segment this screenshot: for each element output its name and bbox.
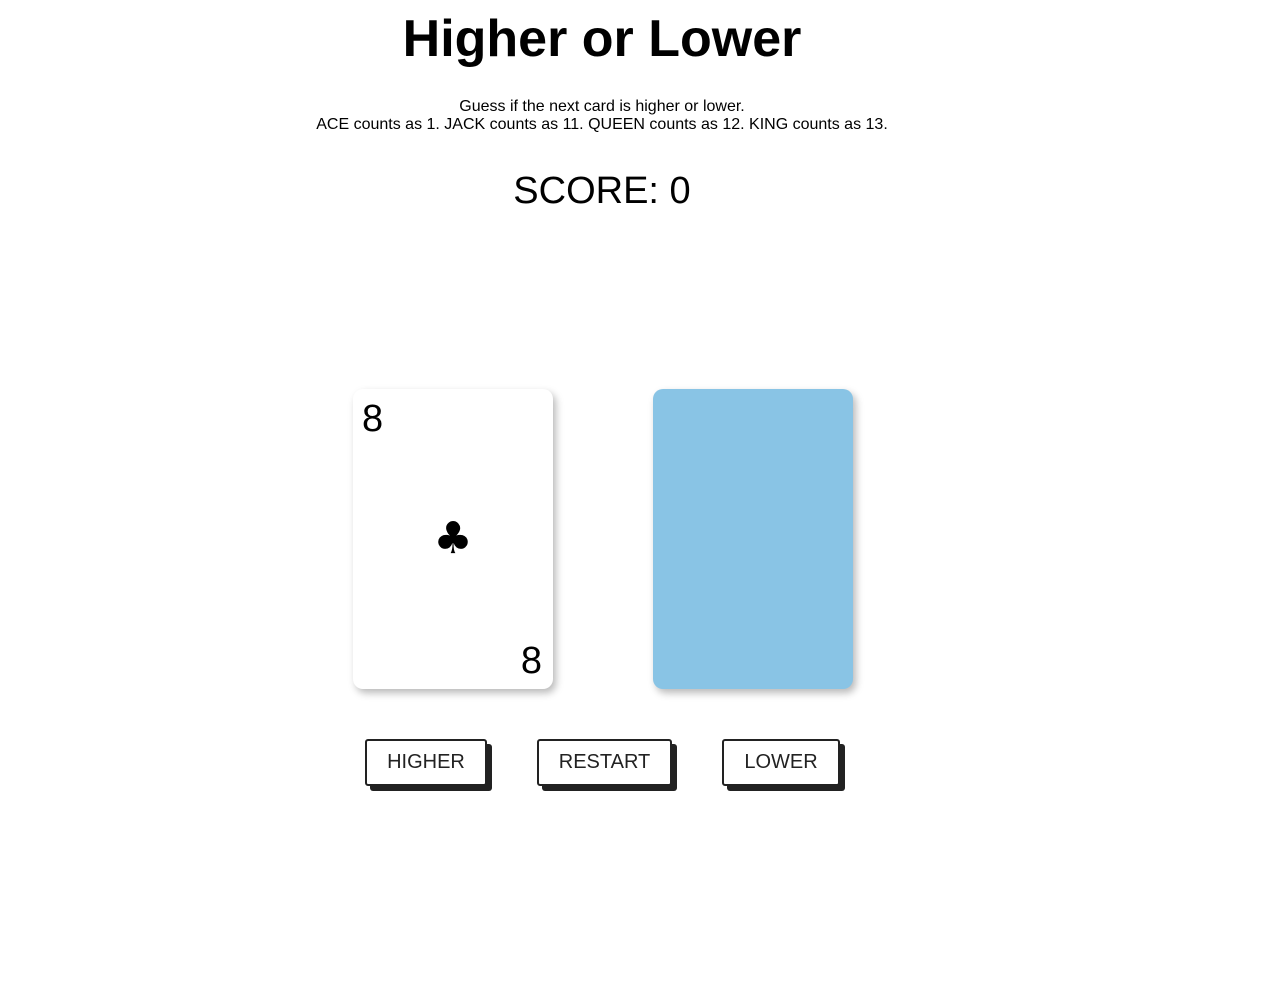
card-rank-top: 8 — [362, 398, 384, 440]
clubs-suit-icon: ♣ — [433, 513, 473, 564]
restart-button[interactable]: RESTART — [537, 739, 672, 786]
higher-button[interactable]: HIGHER — [365, 739, 487, 786]
instructions: Guess if the next card is higher or lowe… — [0, 98, 1204, 134]
instructions-line-2: ACE counts as 1. JACK counts as 11. QUEE… — [316, 116, 888, 133]
next-card-face-down — [653, 389, 853, 689]
lower-button[interactable]: LOWER — [722, 739, 840, 786]
score-display: SCORE: 0 — [513, 170, 691, 212]
instructions-line-1: Guess if the next card is higher or lowe… — [459, 98, 745, 115]
card-rank-bottom: 8 — [520, 640, 542, 682]
current-card: 8 ♣ 8 — [353, 389, 553, 689]
game-title: Higher or Lower — [402, 10, 802, 68]
